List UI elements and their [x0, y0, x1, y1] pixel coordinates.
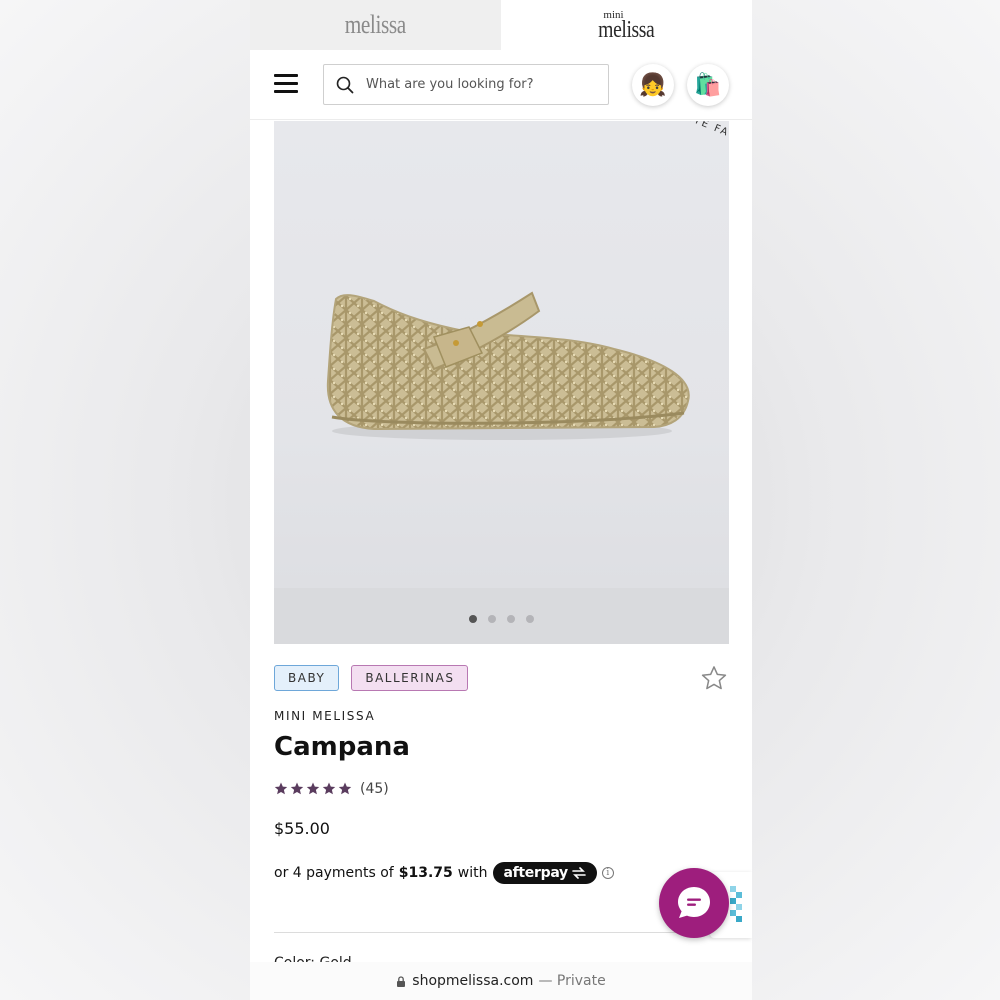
private-mode-label: — Private [538, 973, 606, 989]
rating-count: (45) [360, 781, 389, 797]
girl-emoji-icon: 👧 [639, 72, 667, 97]
installment-prefix: or 4 payments of [274, 865, 394, 881]
chat-button[interactable] [659, 868, 729, 938]
favorite-star-icon[interactable] [700, 664, 728, 692]
lock-icon [397, 975, 406, 987]
product-price: $55.00 [274, 819, 330, 838]
rating-stars-icon [274, 782, 352, 795]
search-bar[interactable] [323, 64, 609, 105]
product-brand: MINI MELISSA [274, 709, 376, 723]
cart-button[interactable]: 🛍️ [687, 64, 729, 106]
carousel-dot[interactable] [507, 615, 515, 623]
product-image-carousel[interactable]: ORITE FA [274, 121, 729, 644]
product-title: Campana [274, 732, 410, 762]
afterpay-arrows-icon [572, 867, 586, 879]
shopping-bags-icon: 🛍️ [694, 72, 722, 97]
afterpay-info: or 4 payments of $13.75 with afterpay i [274, 862, 614, 884]
carousel-dot[interactable] [469, 615, 477, 623]
browser-url-bar[interactable]: shopmelissa.com — Private [250, 962, 752, 1000]
afterpay-logo[interactable]: afterpay [493, 862, 597, 884]
chat-bubble-icon [678, 887, 710, 918]
tag-ballerinas[interactable]: BALLERINAS [351, 665, 469, 691]
mini-melissa-logo: melissa [598, 16, 655, 43]
carousel-dots [274, 615, 729, 623]
shoe-image [326, 291, 690, 440]
search-input[interactable] [366, 77, 586, 92]
installment-amount: $13.75 [398, 865, 453, 881]
info-icon[interactable]: i [601, 867, 614, 879]
search-icon [336, 76, 354, 93]
section-divider [274, 932, 728, 933]
carousel-dot[interactable] [526, 615, 534, 623]
brand-switcher: melissa mini melissa [250, 0, 752, 50]
installment-with: with [457, 865, 488, 881]
carousel-dot[interactable] [488, 615, 496, 623]
tab-melissa[interactable]: melissa [250, 0, 501, 50]
phone-screen: melissa mini melissa 👧 🛍️ ORITE FA [250, 0, 752, 1000]
account-button[interactable]: 👧 [632, 64, 674, 106]
melissa-logo: melissa [344, 10, 407, 39]
product-rating[interactable]: (45) [274, 781, 389, 797]
afterpay-label: afterpay [503, 865, 568, 881]
site-header: 👧 🛍️ [250, 50, 752, 120]
url-domain: shopmelissa.com [412, 973, 534, 989]
tab-mini-melissa[interactable]: mini melissa [501, 0, 752, 50]
tag-baby[interactable]: BABY [274, 665, 340, 691]
menu-icon[interactable] [274, 72, 300, 94]
product-tags: BABY BALLERINAS [274, 665, 469, 691]
